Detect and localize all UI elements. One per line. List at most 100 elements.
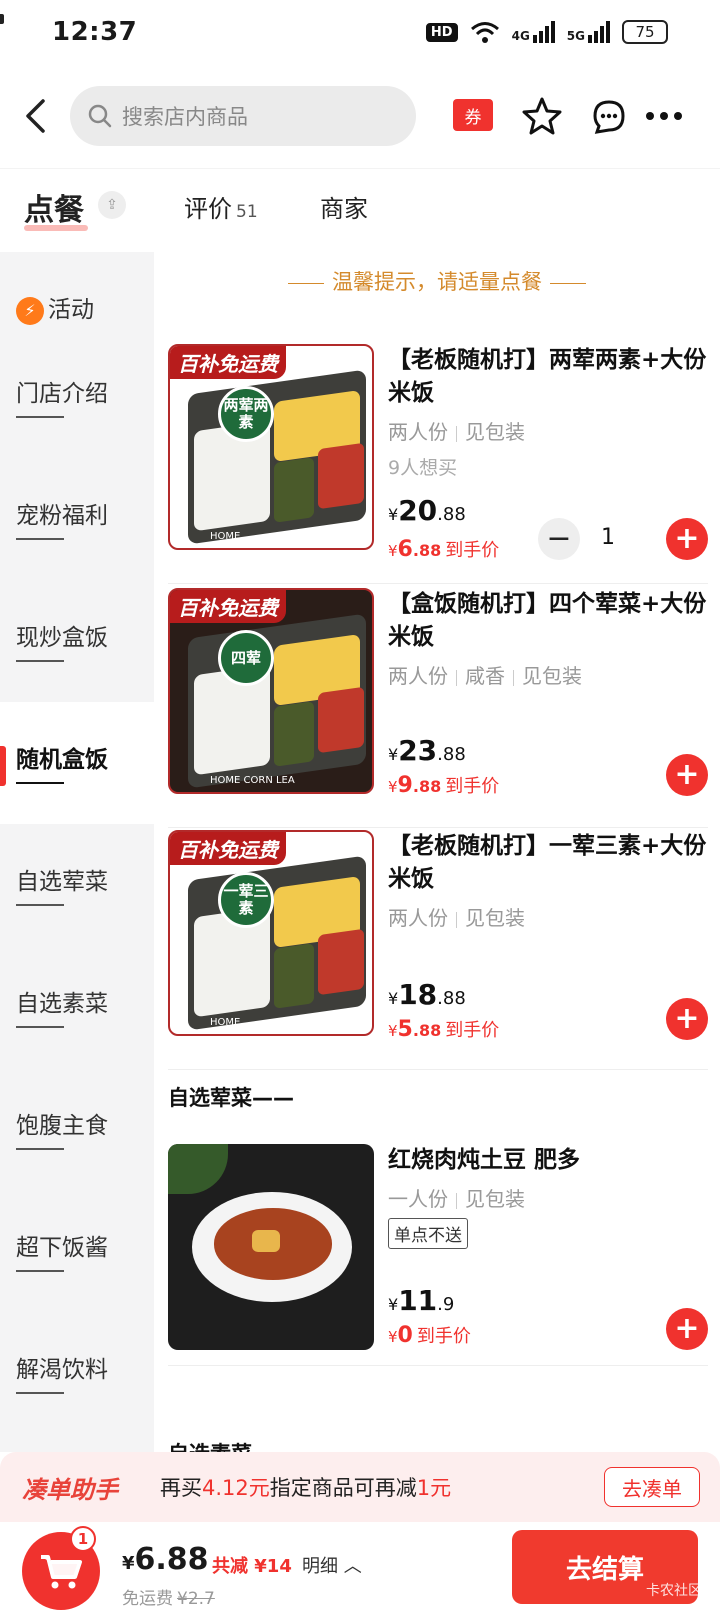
product-specs: 两人份 见包装 bbox=[388, 420, 525, 444]
product-item[interactable]: 百补免运费 两荤两素 HOME 【老板随机打】两荤两素+大份米饭 两人份 见包装 … bbox=[168, 344, 708, 584]
coupon-button[interactable]: 券 bbox=[453, 99, 493, 131]
search-placeholder: 搜索店内商品 bbox=[122, 105, 248, 129]
sidebar-item-staples[interactable]: 饱腹主食 bbox=[0, 1068, 154, 1190]
plus-icon: + bbox=[674, 521, 700, 556]
product-title: 红烧肉炖土豆 肥多 bbox=[388, 1147, 581, 1173]
free-shipping-ribbon: 百补免运费 bbox=[170, 832, 286, 865]
product-title: 【老板随机打】两荤两素+大份米饭 bbox=[388, 347, 707, 406]
final-price: ¥5.88 到手价 bbox=[388, 1017, 500, 1042]
product-image[interactable]: 百补免运费 一荤三素 HOME bbox=[168, 830, 374, 1036]
product-item[interactable]: 红烧肉炖土豆 肥多 一人份 见包装 单点不送 ¥11.9 ¥0 到手价 + bbox=[168, 1144, 708, 1366]
battery-icon: 75 bbox=[0, 14, 668, 44]
sidebar-item-store-intro[interactable]: 门店介绍 bbox=[0, 336, 154, 458]
original-price: ¥11.9 bbox=[388, 1284, 455, 1317]
tab-merchant[interactable]: 商家 bbox=[320, 189, 368, 224]
final-price: ¥6.88 到手价 bbox=[388, 537, 500, 562]
collapse-up-icon[interactable]: ⇪ bbox=[98, 191, 126, 219]
tab-order[interactable]: 点餐 bbox=[24, 185, 88, 231]
sidebar-item-drinks[interactable]: 解渴饮料 bbox=[0, 1312, 154, 1434]
product-specs: 两人份 见包装 bbox=[388, 906, 525, 930]
final-price: ¥0 到手价 bbox=[388, 1323, 471, 1348]
chevron-up-icon: ︿ bbox=[343, 1556, 362, 1577]
hd-icon: HD bbox=[425, 22, 458, 42]
cart-discount: 共减 ¥14 bbox=[212, 1556, 292, 1577]
top-nav: 搜索店内商品 券 bbox=[0, 80, 720, 152]
add-button[interactable]: + bbox=[666, 998, 708, 1040]
cart-detail-toggle[interactable]: 明细 ︿ bbox=[302, 1552, 362, 1578]
quantity-value: 1 bbox=[601, 525, 615, 550]
tab-reviews[interactable]: 评价 51 bbox=[184, 189, 258, 224]
cart-bar: 1 ¥6.88 共减 ¥14 明细 ︿ 免运费 ¥2.7 去结算 卡农社区 bbox=[0, 1522, 720, 1612]
status-bar: 12:37 HD 4G 5G 75 bbox=[0, 0, 720, 64]
product-title: 【老板随机打】一荤三素+大份米饭 bbox=[388, 833, 707, 892]
original-price: ¥18.88 bbox=[388, 978, 466, 1011]
cart-total: ¥6.88 bbox=[122, 1542, 209, 1577]
sidebar-item-label: 自选素菜 bbox=[16, 991, 108, 1017]
decrease-button[interactable]: − bbox=[538, 518, 580, 560]
product-item[interactable]: 百补免运费 四荤 HOME CORN LEA 【盒饭随机打】四个荤菜+大份米饭 … bbox=[168, 588, 708, 828]
shipping-fee: 免运费 ¥2.7 bbox=[122, 1589, 215, 1609]
go-add-on-button[interactable]: 去凑单 bbox=[604, 1467, 700, 1507]
lightning-icon: ⚡ bbox=[16, 296, 44, 325]
search-input[interactable]: 搜索店内商品 bbox=[70, 86, 416, 146]
product-image[interactable] bbox=[168, 1144, 374, 1350]
signal-4g-icon: 4G bbox=[512, 21, 555, 43]
product-image[interactable]: 百补免运费 两荤两素 HOME bbox=[168, 344, 374, 550]
sidebar-item-fresh-box[interactable]: 现炒盒饭 bbox=[0, 580, 154, 702]
free-shipping-ribbon: 百补免运费 bbox=[170, 590, 286, 623]
sidebar-item-sauces[interactable]: 超下饭酱 bbox=[0, 1190, 154, 1312]
product-image[interactable]: 百补免运费 四荤 HOME CORN LEA bbox=[168, 588, 374, 794]
back-button[interactable] bbox=[0, 86, 70, 146]
product-seal: 四荤 bbox=[218, 630, 274, 686]
original-price: ¥23.88 bbox=[388, 734, 466, 767]
search-icon bbox=[88, 104, 112, 128]
category-sidebar: ⚡ 活动 门店介绍 宠粉福利 现炒盒饭 随机盒饭 自选荤菜 自选素菜 饱腹主食 超… bbox=[0, 252, 154, 1452]
sidebar-item-label: 解渴饮料 bbox=[16, 1357, 108, 1383]
sidebar-item-label: 自选荤菜 bbox=[16, 869, 108, 895]
sidebar-item-label: 随机盒饭 bbox=[16, 747, 108, 773]
order-assistant-bar: 凑单助手 再买4.12元指定商品可再减1元 去凑单 bbox=[0, 1452, 720, 1522]
add-button[interactable]: + bbox=[666, 518, 708, 560]
plus-icon: + bbox=[674, 1311, 700, 1346]
want-count: 9人想买 bbox=[388, 457, 458, 479]
sidebar-item-random-box[interactable]: 随机盒饭 bbox=[0, 702, 154, 824]
store-tabs: 点餐 ⇪ 评价 51 商家 bbox=[0, 168, 720, 244]
section-header-veg: 自选素菜 bbox=[168, 1438, 252, 1452]
signal-5g-icon: 5G bbox=[567, 21, 610, 43]
warm-tip: 温馨提示，请适量点餐 bbox=[154, 266, 720, 296]
add-button[interactable]: + bbox=[666, 1308, 708, 1350]
shopping-cart-icon bbox=[41, 1555, 82, 1589]
product-specs: 两人份 咸香 见包装 bbox=[388, 664, 582, 688]
sidebar-item-label: 活动 bbox=[48, 297, 94, 323]
sidebar-item-label: 超下饭酱 bbox=[16, 1235, 108, 1261]
sidebar-item-fan-welfare[interactable]: 宠粉福利 bbox=[0, 458, 154, 580]
plus-icon: + bbox=[674, 757, 700, 792]
reviews-count: 51 bbox=[236, 202, 258, 222]
cart-count-badge: 1 bbox=[70, 1526, 96, 1552]
minus-icon: − bbox=[546, 521, 572, 556]
more-button[interactable] bbox=[640, 92, 688, 140]
assistant-brand: 凑单助手 bbox=[22, 1475, 118, 1504]
add-button[interactable]: + bbox=[666, 754, 708, 796]
product-item[interactable]: 百补免运费 一荤三素 HOME 【老板随机打】一荤三素+大份米饭 两人份 见包装 … bbox=[168, 830, 708, 1070]
status-icons: HD 4G 5G 75 bbox=[0, 14, 668, 44]
chat-bubble-icon bbox=[593, 100, 625, 134]
sidebar-item-label: 宠粉福利 bbox=[16, 503, 108, 529]
not-single-delivery-tag: 单点不送 bbox=[388, 1218, 468, 1249]
assistant-message: 再买4.12元指定商品可再减1元 bbox=[160, 1476, 452, 1500]
favorite-button[interactable] bbox=[518, 92, 566, 140]
sidebar-item-label: 饱腹主食 bbox=[16, 1113, 108, 1139]
sidebar-item-meat-dishes[interactable]: 自选荤菜 bbox=[0, 824, 154, 946]
watermark: 卡农社区 bbox=[646, 1583, 702, 1599]
product-title: 【盒饭随机打】四个荤菜+大份米饭 bbox=[388, 591, 707, 650]
star-icon bbox=[522, 97, 562, 135]
product-seal: 两荤两素 bbox=[218, 386, 274, 442]
free-shipping-ribbon: 百补免运费 bbox=[170, 346, 286, 379]
sidebar-item-veg-dishes[interactable]: 自选素菜 bbox=[0, 946, 154, 1068]
wifi-icon bbox=[470, 22, 499, 43]
plus-icon: + bbox=[674, 1001, 700, 1036]
more-dots-icon bbox=[646, 112, 682, 120]
product-specs: 一人份 见包装 bbox=[388, 1187, 525, 1211]
customer-service-button[interactable] bbox=[585, 92, 633, 140]
final-price: ¥9.88 到手价 bbox=[388, 773, 500, 798]
